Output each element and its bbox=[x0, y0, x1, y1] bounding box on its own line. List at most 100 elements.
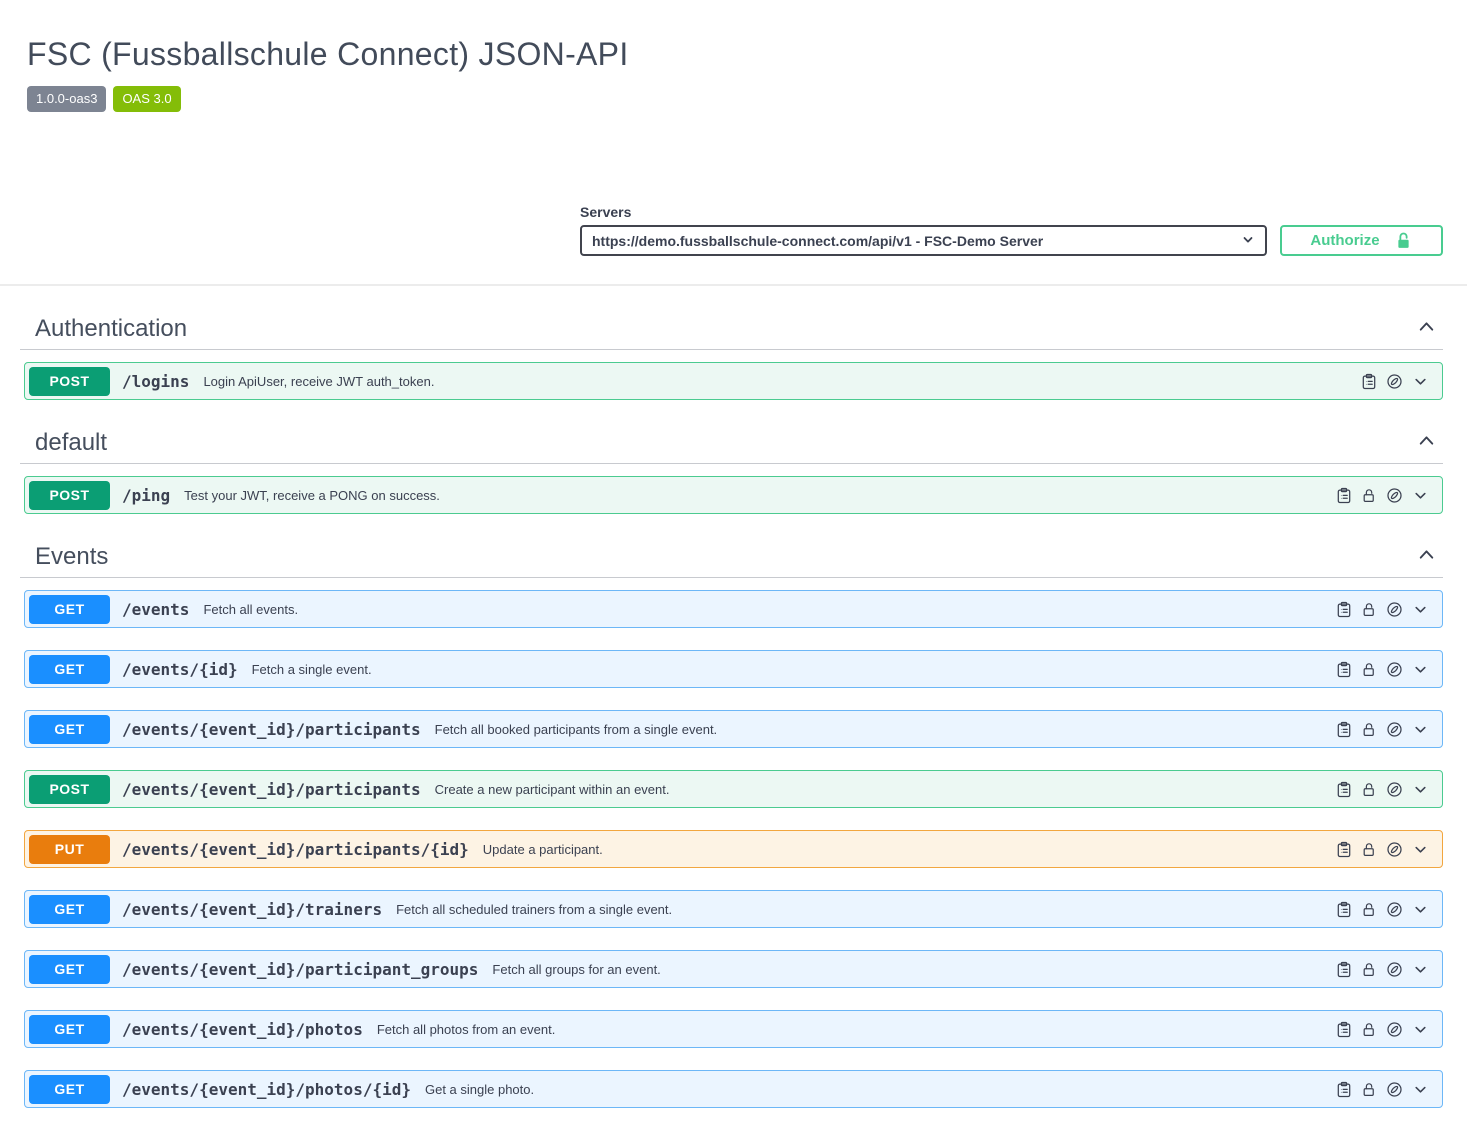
chevron-down-icon[interactable] bbox=[1412, 661, 1429, 678]
unlock-icon[interactable] bbox=[1361, 1021, 1377, 1038]
endpoint-path: /events/{event_id}/participants/{id} bbox=[122, 839, 469, 859]
clipboard-icon[interactable] bbox=[1336, 601, 1352, 618]
operations-list: Authentication POST /logins Login ApiUse… bbox=[0, 286, 1467, 1108]
chevron-down-icon[interactable] bbox=[1412, 1021, 1429, 1038]
deep-link-icon[interactable] bbox=[1386, 661, 1403, 678]
operation-row[interactable]: GET /events/{event_id}/trainers Fetch al… bbox=[24, 890, 1443, 928]
operations-group: POST /logins Login ApiUser, receive JWT … bbox=[0, 350, 1467, 400]
endpoint-path: /events/{event_id}/photos bbox=[122, 1019, 363, 1039]
endpoint-path: /events/{event_id}/participants bbox=[122, 779, 421, 799]
unlock-icon[interactable] bbox=[1361, 1081, 1377, 1098]
operation-row[interactable]: GET /events/{event_id}/photos Fetch all … bbox=[24, 1010, 1443, 1048]
operations-group: GET /events Fetch all events. GET /event… bbox=[0, 578, 1467, 1108]
tag-section: Authentication POST /logins Login ApiUse… bbox=[0, 286, 1467, 400]
chevron-down-icon[interactable] bbox=[1412, 487, 1429, 504]
unlock-icon[interactable] bbox=[1361, 721, 1377, 738]
endpoint-path: /events/{event_id}/participant_groups bbox=[122, 959, 479, 979]
endpoint-summary: Get a single photo. bbox=[424, 1081, 535, 1097]
tag-section-header-authentication[interactable]: Authentication bbox=[20, 286, 1443, 350]
endpoint-path: /events bbox=[122, 599, 190, 619]
operation-row[interactable]: GET /events/{event_id}/participants Fetc… bbox=[24, 710, 1443, 748]
chevron-down-icon[interactable] bbox=[1412, 901, 1429, 918]
endpoint-summary: Login ApiUser, receive JWT auth_token. bbox=[203, 373, 435, 389]
operation-row[interactable]: GET /events Fetch all events. bbox=[24, 590, 1443, 628]
endpoint-summary: Fetch all booked participants from a sin… bbox=[434, 721, 718, 737]
version-badge: 1.0.0-oas3 bbox=[27, 86, 107, 112]
authorize-button[interactable]: Authorize bbox=[1280, 225, 1443, 256]
tag-section: default POST /ping Test your JWT, receiv… bbox=[0, 422, 1467, 514]
deep-link-icon[interactable] bbox=[1386, 721, 1403, 738]
deep-link-icon[interactable] bbox=[1386, 901, 1403, 918]
operation-row[interactable]: GET /events/{id} Fetch a single event. bbox=[24, 650, 1443, 688]
server-select[interactable]: https://demo.fussballschule-connect.com/… bbox=[580, 225, 1267, 256]
deep-link-icon[interactable] bbox=[1386, 601, 1403, 618]
tag-section-header-events[interactable]: Events bbox=[20, 536, 1443, 578]
tag-section-header-default[interactable]: default bbox=[20, 422, 1443, 464]
deep-link-icon[interactable] bbox=[1386, 1021, 1403, 1038]
deep-link-icon[interactable] bbox=[1386, 487, 1403, 504]
chevron-down-icon[interactable] bbox=[1412, 721, 1429, 738]
chevron-down-icon[interactable] bbox=[1412, 781, 1429, 798]
endpoint-path: /events/{id} bbox=[122, 659, 238, 679]
unlock-icon[interactable] bbox=[1361, 661, 1377, 678]
endpoint-path: /events/{event_id}/photos/{id} bbox=[122, 1079, 411, 1099]
operation-row[interactable]: PUT /events/{event_id}/participants/{id}… bbox=[24, 830, 1443, 868]
deep-link-icon[interactable] bbox=[1386, 961, 1403, 978]
method-badge: POST bbox=[29, 480, 110, 510]
operation-row[interactable]: POST /ping Test your JWT, receive a PONG… bbox=[24, 476, 1443, 514]
chevron-down-icon[interactable] bbox=[1412, 1081, 1429, 1098]
endpoint-path: /events/{event_id}/trainers bbox=[122, 899, 383, 919]
clipboard-icon[interactable] bbox=[1336, 901, 1352, 918]
chevron-up-icon bbox=[1416, 550, 1437, 568]
api-info-header: FSC (Fussballschule Connect) JSON-API 1.… bbox=[0, 0, 1467, 112]
tag-title: default bbox=[35, 429, 108, 456]
operation-row[interactable]: GET /events/{event_id}/photos/{id} Get a… bbox=[24, 1070, 1443, 1108]
endpoint-summary: Fetch all scheduled trainers from a sing… bbox=[396, 901, 673, 917]
chevron-up-icon bbox=[1416, 436, 1437, 454]
servers-label: Servers bbox=[580, 204, 632, 220]
chevron-down-icon[interactable] bbox=[1412, 373, 1429, 390]
collapse-section-button[interactable] bbox=[1416, 316, 1437, 343]
oas-badge: OAS 3.0 bbox=[113, 86, 181, 112]
operation-row[interactable]: POST /events/{event_id}/participants Cre… bbox=[24, 770, 1443, 808]
tag-title: Events bbox=[35, 543, 109, 570]
clipboard-icon[interactable] bbox=[1336, 721, 1352, 738]
endpoint-path: /events/{event_id}/participants bbox=[122, 719, 421, 739]
clipboard-icon[interactable] bbox=[1361, 373, 1377, 390]
unlock-icon[interactable] bbox=[1361, 841, 1377, 858]
chevron-down-icon[interactable] bbox=[1412, 601, 1429, 618]
operation-row[interactable]: POST /logins Login ApiUser, receive JWT … bbox=[24, 362, 1443, 400]
endpoint-path: /ping bbox=[122, 485, 171, 505]
clipboard-icon[interactable] bbox=[1336, 1021, 1352, 1038]
deep-link-icon[interactable] bbox=[1386, 1081, 1403, 1098]
clipboard-icon[interactable] bbox=[1336, 781, 1352, 798]
endpoint-summary: Fetch all events. bbox=[203, 601, 299, 617]
deep-link-icon[interactable] bbox=[1386, 841, 1403, 858]
endpoint-summary: Test your JWT, receive a PONG on success… bbox=[184, 487, 440, 503]
clipboard-icon[interactable] bbox=[1336, 841, 1352, 858]
collapse-section-button[interactable] bbox=[1416, 544, 1437, 571]
deep-link-icon[interactable] bbox=[1386, 373, 1403, 390]
operations-group: POST /ping Test your JWT, receive a PONG… bbox=[0, 464, 1467, 514]
endpoint-summary: Fetch all groups for an event. bbox=[492, 961, 661, 977]
method-badge: GET bbox=[29, 1074, 110, 1104]
method-badge: PUT bbox=[29, 834, 110, 864]
clipboard-icon[interactable] bbox=[1336, 961, 1352, 978]
unlock-icon[interactable] bbox=[1361, 601, 1377, 618]
unlock-icon[interactable] bbox=[1361, 901, 1377, 918]
unlock-icon[interactable] bbox=[1361, 961, 1377, 978]
deep-link-icon[interactable] bbox=[1386, 781, 1403, 798]
collapse-section-button[interactable] bbox=[1416, 430, 1437, 457]
chevron-down-icon[interactable] bbox=[1412, 961, 1429, 978]
method-badge: POST bbox=[29, 366, 110, 396]
chevron-down-icon[interactable] bbox=[1412, 841, 1429, 858]
method-badge: GET bbox=[29, 714, 110, 744]
clipboard-icon[interactable] bbox=[1336, 1081, 1352, 1098]
clipboard-icon[interactable] bbox=[1336, 487, 1352, 504]
clipboard-icon[interactable] bbox=[1336, 661, 1352, 678]
unlock-icon[interactable] bbox=[1361, 781, 1377, 798]
tag-section: Events GET /events Fetch all events. GET… bbox=[0, 536, 1467, 1108]
unlock-icon[interactable] bbox=[1361, 487, 1377, 504]
operation-row[interactable]: GET /events/{event_id}/participant_group… bbox=[24, 950, 1443, 988]
page-title: FSC (Fussballschule Connect) JSON-API bbox=[27, 36, 629, 72]
